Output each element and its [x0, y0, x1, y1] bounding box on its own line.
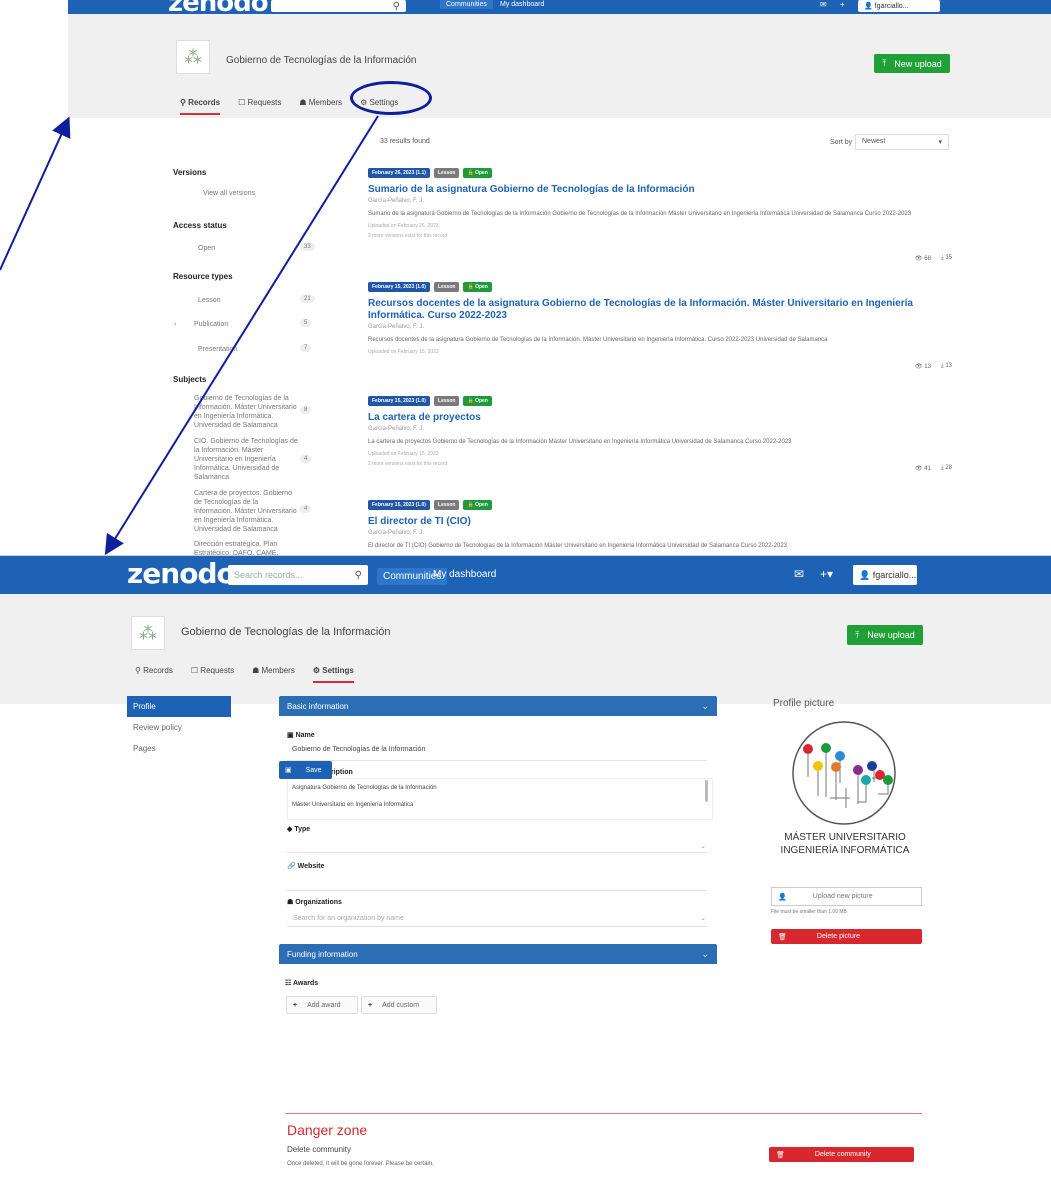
arrow-to-top-screenshot: [0, 116, 71, 271]
annotation-arrows: [0, 115, 379, 556]
arrow-to-settings-screenshot: [104, 115, 379, 556]
